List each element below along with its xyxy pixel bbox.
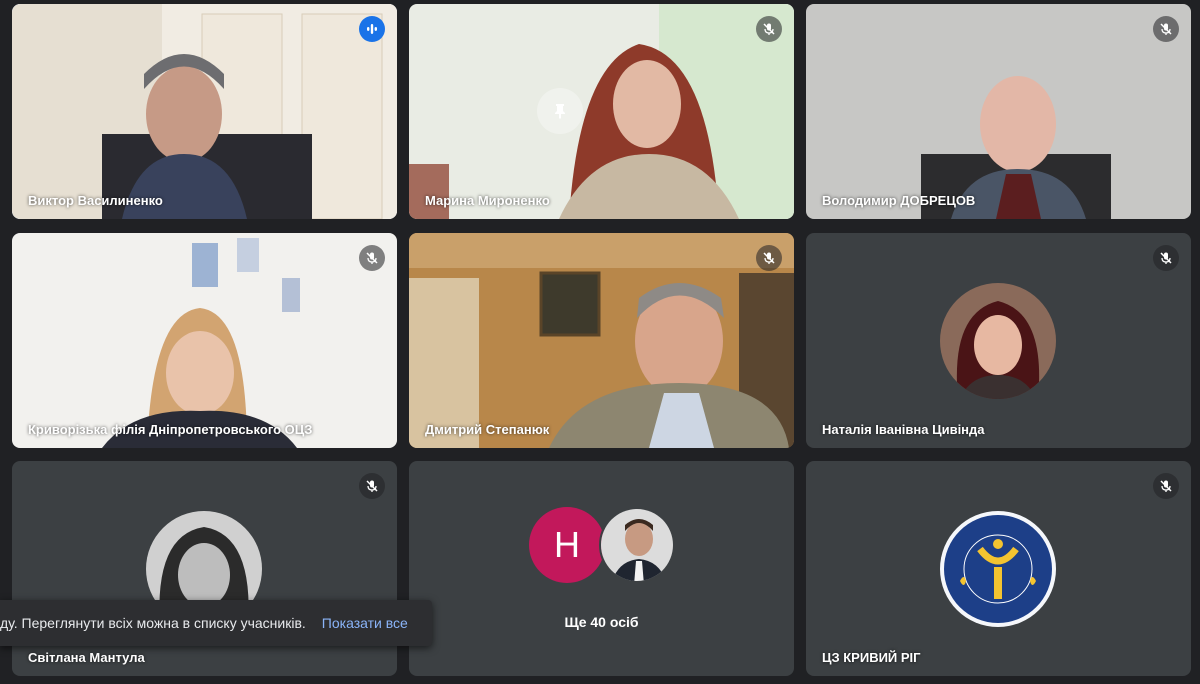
participant-name: Володимир ДОБРЕЦОВ — [822, 193, 976, 208]
participant-name: Виктор Василиненко — [28, 193, 163, 208]
mic-off-icon — [359, 473, 385, 499]
participant-name: Наталія Іванівна Цивінда — [822, 422, 985, 437]
organization-logo — [940, 511, 1056, 627]
participant-video — [409, 4, 794, 219]
participant-video — [806, 4, 1191, 219]
participant-video — [12, 4, 397, 219]
participant-tile[interactable]: Наталія Іванівна Цивінда — [806, 233, 1191, 448]
participant-tile[interactable]: ЦЗ КРИВИЙ РІГ — [806, 461, 1191, 676]
participant-name: Криворізька філія Дніпропетровського ОЦЗ — [28, 422, 313, 437]
participant-video — [12, 233, 397, 448]
avatar — [599, 507, 675, 583]
participant-tile[interactable]: Володимир ДОБРЕЦОВ — [806, 4, 1191, 219]
participant-tile[interactable]: Дмитрий Степанюк — [409, 233, 794, 448]
participant-name: Марина Мироненко — [425, 193, 550, 208]
mic-off-icon — [1153, 245, 1179, 271]
avatar: H — [529, 507, 605, 583]
participant-tile[interactable]: Криворізька філія Дніпропетровського ОЦЗ — [12, 233, 397, 448]
mic-off-icon — [1153, 16, 1179, 42]
mic-off-icon — [359, 245, 385, 271]
participant-name: Дмитрий Степанюк — [425, 422, 550, 437]
overflow-participants-tile[interactable]: H Ще 40 осіб — [409, 461, 794, 676]
pin-icon[interactable] — [537, 88, 583, 134]
overflow-count-label: Ще 40 осіб — [564, 614, 639, 630]
mic-off-icon — [1153, 473, 1179, 499]
participant-tile[interactable]: Виктор Василиненко — [12, 4, 397, 219]
show-all-button[interactable]: Показати все — [322, 615, 408, 631]
notification-toast: ду. Переглянути всіх можна в списку учас… — [0, 600, 432, 646]
avatar-letter: H — [554, 524, 580, 565]
toast-message: ду. Переглянути всіх можна в списку учас… — [0, 615, 306, 631]
participant-tile[interactable]: Марина Мироненко — [409, 4, 794, 219]
participant-video — [409, 233, 794, 448]
participant-name: Світлана Мантула — [28, 650, 145, 665]
mic-off-icon — [756, 245, 782, 271]
participant-name: ЦЗ КРИВИЙ РІГ — [822, 650, 921, 665]
audio-level-icon — [359, 16, 385, 42]
mic-off-icon — [756, 16, 782, 42]
meeting-grid: Виктор Василиненко Марина Мироненко Воло… — [0, 0, 1200, 684]
avatar — [940, 283, 1056, 399]
